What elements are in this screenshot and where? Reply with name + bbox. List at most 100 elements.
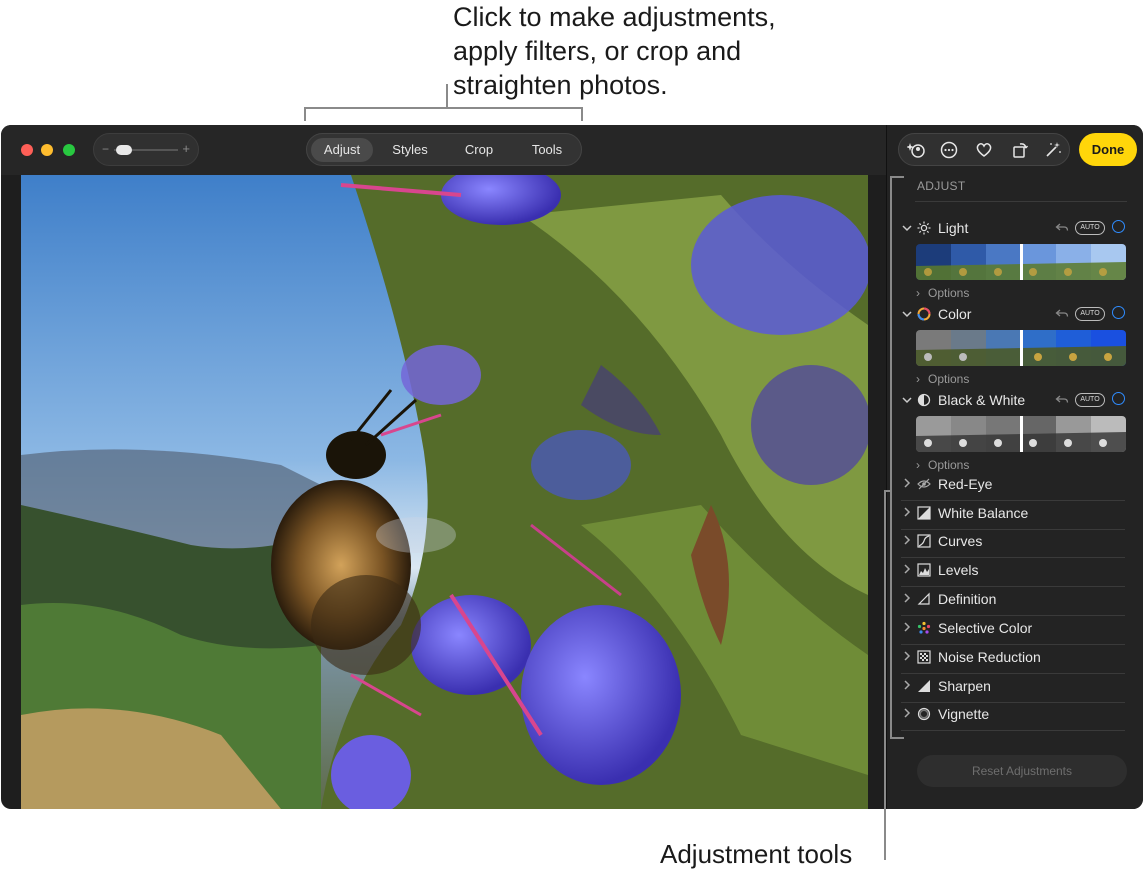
- sharpen-icon: [918, 680, 930, 692]
- sparkle-person-icon[interactable]: [907, 141, 925, 159]
- heart-icon[interactable]: [975, 141, 993, 159]
- color-thumbnails: [916, 330, 1126, 366]
- bw-preview-strip[interactable]: [916, 416, 1126, 452]
- triangle-icon: [917, 592, 930, 605]
- photos-edit-window: − + Adjust Styles Crop Tools Done ADJUST…: [1, 125, 1143, 809]
- tool-red-eye[interactable]: Red-Eye: [901, 472, 1125, 501]
- tool-label: Levels: [938, 562, 979, 578]
- enable-toggle[interactable]: [1112, 220, 1125, 233]
- tool-label: Red-Eye: [938, 476, 993, 492]
- chevron-right-icon[interactable]: [901, 534, 913, 546]
- undo-icon[interactable]: [1055, 222, 1069, 234]
- light-options[interactable]: › Options: [916, 286, 969, 300]
- tool-noise-reduction[interactable]: Noise Reduction: [901, 645, 1125, 674]
- auto-button[interactable]: AUTO: [1075, 393, 1105, 407]
- close-window-button[interactable]: [21, 144, 33, 156]
- tool-definition[interactable]: Definition: [901, 587, 1125, 616]
- tools-bracket: [890, 176, 892, 739]
- undo-icon[interactable]: [1055, 308, 1069, 320]
- tool-label: Curves: [938, 533, 983, 549]
- more-icon[interactable]: [940, 141, 958, 159]
- callout-line-2: apply filters, or crop and: [453, 36, 742, 66]
- chevron-right-icon[interactable]: [901, 563, 913, 575]
- color-preview-strip[interactable]: [916, 330, 1126, 366]
- sun-icon: [917, 221, 931, 235]
- section-black-white[interactable]: Black & White AUTO: [901, 392, 1131, 412]
- color-wheel-icon: [917, 307, 931, 321]
- tool-label: White Balance: [938, 505, 1029, 521]
- light-thumbnails: [916, 244, 1126, 280]
- tool-levels[interactable]: Levels: [901, 558, 1125, 587]
- adjust-header: ADJUST: [917, 179, 966, 193]
- noise-icon: [917, 650, 931, 664]
- bw-options[interactable]: › Options: [916, 458, 969, 472]
- zoom-window-button[interactable]: [63, 144, 75, 156]
- chevron-down-icon[interactable]: [901, 308, 913, 320]
- light-preview-strip[interactable]: [916, 244, 1126, 280]
- toolbar: − + Adjust Styles Crop Tools: [1, 125, 886, 175]
- callout-top: Click to make adjustments, apply filters…: [453, 0, 873, 102]
- tools-bracket-stem: [884, 490, 886, 860]
- callout-bracket-stem: [446, 84, 448, 107]
- auto-button[interactable]: AUTO: [1075, 221, 1105, 235]
- callout-bracket-right: [581, 107, 583, 121]
- levels-icon: [917, 563, 931, 577]
- adjust-sidebar: Done ADJUST Light AUTO › Options Color A…: [886, 125, 1143, 809]
- chevron-right-icon[interactable]: [901, 679, 913, 691]
- callout-bracket-left: [304, 107, 306, 121]
- auto-button[interactable]: AUTO: [1075, 307, 1105, 321]
- tab-adjust[interactable]: Adjust: [311, 138, 373, 162]
- chevron-right-icon[interactable]: [901, 621, 913, 633]
- tool-label: Selective Color: [938, 620, 1033, 636]
- eye-slash-icon: [917, 478, 931, 490]
- chevron-right-icon[interactable]: [901, 592, 913, 604]
- enable-toggle[interactable]: [1112, 306, 1125, 319]
- chevron-right-icon[interactable]: [901, 707, 913, 719]
- bumblebee-photo: [21, 175, 868, 809]
- zoom-in-icon[interactable]: +: [182, 141, 190, 156]
- tool-label: Definition: [938, 591, 997, 607]
- tool-selective-color[interactable]: Selective Color: [901, 616, 1125, 645]
- callout-bracket: [304, 107, 583, 109]
- magic-wand-icon[interactable]: [1044, 141, 1062, 159]
- tab-crop[interactable]: Crop: [448, 138, 510, 162]
- tool-label: Sharpen: [938, 678, 991, 694]
- white-balance-icon: [917, 506, 931, 520]
- undo-icon[interactable]: [1055, 394, 1069, 406]
- color-options[interactable]: › Options: [916, 372, 969, 386]
- photo-canvas[interactable]: [21, 175, 868, 809]
- tab-styles[interactable]: Styles: [379, 138, 441, 162]
- chevron-right-icon[interactable]: [901, 506, 913, 518]
- section-label: Light: [938, 220, 969, 236]
- chevron-down-icon[interactable]: [901, 222, 913, 234]
- chevron-down-icon[interactable]: [901, 394, 913, 406]
- half-circle-icon: [917, 393, 931, 407]
- tool-label: Vignette: [938, 706, 990, 722]
- callout-line-1: Click to make adjustments,: [453, 2, 776, 32]
- rotate-icon[interactable]: [1011, 141, 1029, 159]
- zoom-thumb[interactable]: [116, 145, 132, 155]
- tool-sharpen[interactable]: Sharpen: [901, 674, 1125, 703]
- section-color[interactable]: Color AUTO: [901, 306, 1131, 326]
- section-label: Color: [938, 306, 972, 322]
- zoom-slider[interactable]: − +: [93, 133, 199, 166]
- minimize-window-button[interactable]: [41, 144, 53, 156]
- callout-line-3: straighten photos.: [453, 70, 668, 100]
- enable-toggle[interactable]: [1112, 392, 1125, 405]
- tool-vignette[interactable]: Vignette: [901, 702, 1125, 731]
- chevron-right-icon[interactable]: [901, 650, 913, 662]
- section-label: Black & White: [938, 392, 1026, 408]
- tool-label: Noise Reduction: [938, 649, 1041, 665]
- section-light[interactable]: Light AUTO: [901, 220, 1131, 240]
- edit-mode-tabs: Adjust Styles Crop Tools: [306, 133, 582, 166]
- zoom-out-icon[interactable]: −: [102, 142, 109, 156]
- photo-actions: [898, 133, 1070, 166]
- tool-curves[interactable]: Curves: [901, 529, 1125, 558]
- done-button[interactable]: Done: [1079, 133, 1137, 166]
- dots-color-icon: [917, 621, 931, 634]
- tool-white-balance[interactable]: White Balance: [901, 501, 1125, 530]
- reset-adjustments-button[interactable]: Reset Adjustments: [917, 755, 1127, 787]
- chevron-right-icon[interactable]: [901, 477, 913, 489]
- vignette-icon: [917, 707, 931, 721]
- tab-tools[interactable]: Tools: [516, 138, 578, 162]
